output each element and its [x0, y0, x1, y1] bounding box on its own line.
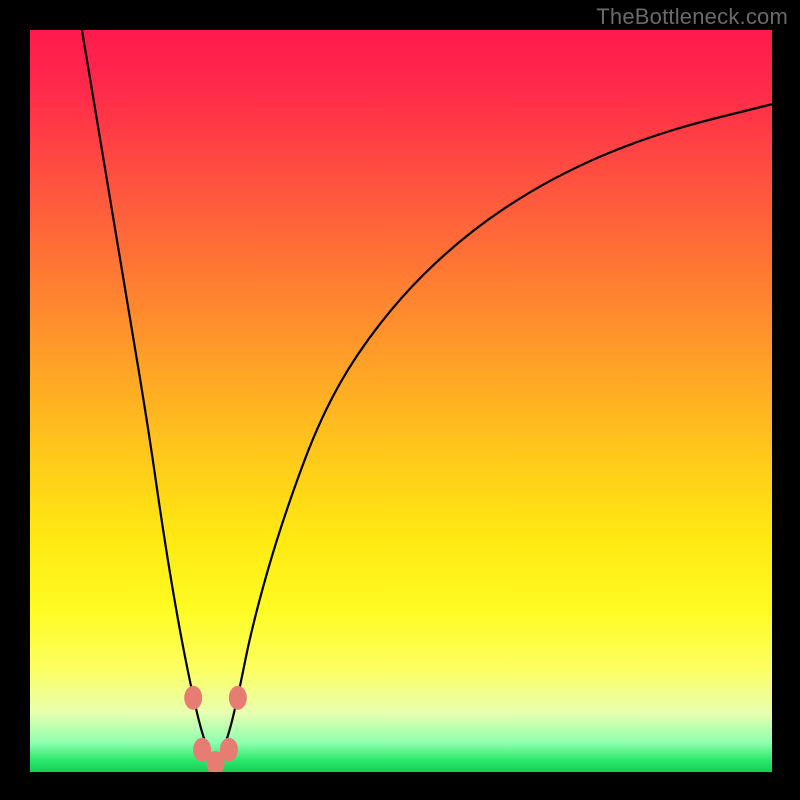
chart-frame: TheBottleneck.com: [0, 0, 800, 800]
plot-area: [30, 30, 772, 772]
curve-markers: [184, 686, 247, 772]
curve-layer: [30, 30, 772, 772]
curve-marker: [184, 686, 202, 710]
curve-marker: [220, 738, 238, 762]
bottleneck-curve: [82, 30, 772, 759]
curve-marker: [229, 686, 247, 710]
bottleneck-curve-path: [82, 30, 772, 759]
watermark-text: TheBottleneck.com: [596, 4, 788, 30]
